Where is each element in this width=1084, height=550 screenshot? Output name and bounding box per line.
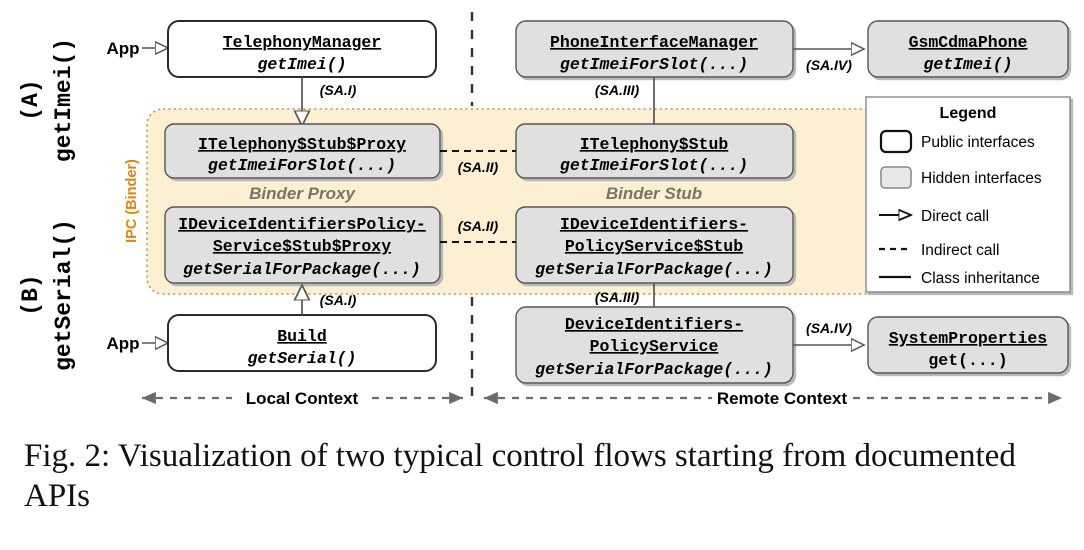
figure-caption: Fig. 2: Visualization of two typical con… xyxy=(24,438,1016,515)
build-title: Build xyxy=(277,327,327,346)
itelephony-stub-proxy-method: getImeiForSlot(...) xyxy=(208,156,396,175)
edge-build-to-proxy-label: (SA.I) xyxy=(320,292,357,308)
phone-interface-manager-method: getImeiForSlot(...) xyxy=(560,55,748,74)
edge-dips-to-sysprops-label: (SA.IV) xyxy=(806,320,852,336)
legend-label-inheritance: Class inheritance xyxy=(921,270,1040,287)
binder-stub-label: Binder Stub xyxy=(606,184,702,203)
phone-interface-manager-title: PhoneInterfaceManager xyxy=(550,33,758,52)
idevice-policy-stub-title-1: IDeviceIdentifiers- xyxy=(560,215,748,234)
box-gsm-cdma-phone: GsmCdmaPhone getImei() xyxy=(867,20,1069,78)
legend-item-hidden: Hidden interfaces xyxy=(880,166,1042,189)
box-idevice-policy-stub: IDeviceIdentifiers- PolicyService$Stub g… xyxy=(515,206,794,284)
legend-label-hidden: Hidden interfaces xyxy=(921,170,1042,187)
box-itelephony-stub: ITelephony$Stub getImeiForSlot(...) xyxy=(515,123,794,179)
edge-pim-to-gsm: (SA.IV) xyxy=(793,49,864,73)
legend-label-public: Public interfaces xyxy=(921,134,1035,151)
app-label-imei: App xyxy=(106,39,139,58)
box-device-policy-service: DeviceIdentifiers- PolicyService getSeri… xyxy=(515,306,794,384)
box-build: Build getSerial() xyxy=(167,314,437,372)
box-telephony-manager: TelephonyManager getImei() xyxy=(167,20,437,78)
row-a-api: getImei() xyxy=(51,38,77,162)
gsm-cdma-phone-title: GsmCdmaPhone xyxy=(909,33,1028,52)
row-label-b: (B) getSerial() xyxy=(18,219,77,371)
idevice-policy-stub-proxy-title-2: Service$Stub$Proxy xyxy=(213,237,391,256)
itelephony-stub-method: getImeiForSlot(...) xyxy=(560,156,748,175)
box-system-properties: SystemProperties get(...) xyxy=(867,316,1069,374)
local-context-label: Local Context xyxy=(246,389,359,408)
hidden-box-icon xyxy=(880,166,912,189)
legend-item-public: Public interfaces xyxy=(879,129,1035,154)
remote-context: Remote Context xyxy=(484,389,1062,408)
legend-title: Legend xyxy=(940,105,997,122)
legend-label-direct: Direct call xyxy=(921,208,989,225)
build-method: getSerial() xyxy=(248,349,357,368)
itelephony-stub-proxy-title: ITelephony$Stub$Proxy xyxy=(198,135,406,154)
edge-tm-to-proxy-label: (SA.I) xyxy=(320,82,357,98)
app-entry-serial: App xyxy=(106,334,168,353)
itelephony-stub-title: ITelephony$Stub xyxy=(580,135,729,154)
local-context: Local Context xyxy=(142,389,463,408)
binder-proxy-label: Binder Proxy xyxy=(249,184,356,203)
row-label-a: (A) getImei() xyxy=(18,38,77,162)
edge-dips-to-sysprops: (SA.IV) xyxy=(793,320,864,345)
row-b-marker: (B) xyxy=(18,274,44,315)
app-label-serial: App xyxy=(106,334,139,353)
system-properties-title: SystemProperties xyxy=(889,329,1047,348)
box-phone-interface-manager: PhoneInterfaceManager getImeiForSlot(...… xyxy=(515,20,794,78)
edge-stub-to-dips-label: (SA.III) xyxy=(595,289,640,305)
edge-stub-to-pim-label: (SA.III) xyxy=(595,82,640,98)
idevice-policy-stub-title-2: PolicyService$Stub xyxy=(565,237,743,256)
device-policy-service-method: getSerialForPackage(...) xyxy=(535,360,773,379)
device-policy-service-title-1: DeviceIdentifiers- xyxy=(565,315,743,334)
device-policy-service-title-2: PolicyService xyxy=(590,337,719,356)
edge-proxy-to-stub-imei-label: (SA.II) xyxy=(458,159,499,175)
box-itelephony-stub-proxy: ITelephony$Stub$Proxy getImeiForSlot(...… xyxy=(164,123,441,179)
box-idevice-policy-stub-proxy: IDeviceIdentifiersPolicy- Service$Stub$P… xyxy=(164,206,441,284)
gsm-cdma-phone-method: getImei() xyxy=(923,55,1012,74)
idevice-policy-stub-proxy-title-1: IDeviceIdentifiersPolicy- xyxy=(178,215,426,234)
system-properties-method: get(...) xyxy=(928,351,1007,370)
idevice-policy-stub-proxy-method: getSerialForPackage(...) xyxy=(183,260,421,279)
public-box-icon xyxy=(879,129,913,154)
edge-proxy-to-stub-serial-label: (SA.II) xyxy=(458,218,499,234)
remote-context-label: Remote Context xyxy=(717,389,848,408)
row-b-api: getSerial() xyxy=(51,219,77,371)
edge-pim-to-gsm-label: (SA.IV) xyxy=(806,57,852,73)
telephony-manager-method: getImei() xyxy=(257,55,346,74)
ipc-band-label: IPC (Binder) xyxy=(124,159,140,243)
telephony-manager-title: TelephonyManager xyxy=(223,33,381,52)
legend: Legend Public interfaces Hidden interfac… xyxy=(865,96,1071,293)
row-a-marker: (A) xyxy=(18,79,44,120)
idevice-policy-stub-method: getSerialForPackage(...) xyxy=(535,260,773,279)
legend-box xyxy=(865,96,1071,293)
app-entry-imei: App xyxy=(106,39,168,58)
legend-label-indirect: Indirect call xyxy=(921,242,999,259)
control-flow-diagram: IPC (Binder) (A) getImei() (B) getSerial… xyxy=(18,12,1071,408)
